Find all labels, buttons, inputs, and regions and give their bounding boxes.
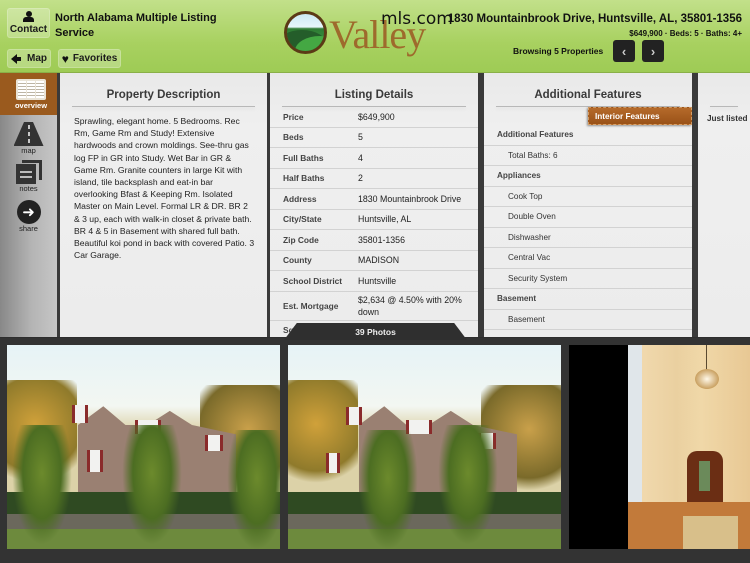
map-button[interactable]: Map	[7, 49, 51, 68]
detail-row: Half Baths 2	[270, 169, 478, 189]
detail-key: County	[283, 255, 312, 266]
notes-icon	[15, 160, 42, 184]
interior-features-tab[interactable]: Interior Features	[588, 107, 692, 125]
feature-item: Double Oven	[484, 207, 692, 228]
detail-row: Full Baths 4	[270, 148, 478, 169]
detail-key: Price	[283, 111, 304, 122]
detail-key: Half Baths	[283, 173, 325, 184]
sidebar-label: overview	[14, 101, 48, 110]
sidebar-item-overview[interactable]: overview	[0, 73, 68, 115]
detail-value: $649,900	[358, 111, 395, 122]
property-summary: $649,900 · Beds: 5 · Baths: 4+	[629, 29, 742, 38]
photo-strip[interactable]	[0, 338, 750, 563]
previous-property-button[interactable]: ‹	[613, 40, 635, 62]
detail-value: 35801-1356	[358, 234, 405, 245]
panel-title: Listing Details	[270, 73, 478, 107]
person-icon	[23, 11, 34, 22]
logo-suffix: mls.com	[381, 9, 453, 29]
next-panel-peek: Just listed	[698, 73, 750, 337]
additional-features-panel: Additional Features Interior Features Ad…	[484, 73, 692, 337]
listing-details-table: Price $649,900 Beds 5 Full Baths 4 Half Baths 2…	[270, 107, 478, 337]
feature-item: Total Baths: 6	[484, 146, 692, 166]
house-exterior-image	[288, 345, 561, 549]
header-bar: Contact North Alabama Multiple Listing S…	[0, 0, 750, 73]
share-arrow-icon: ➜	[16, 200, 41, 224]
detail-value: 5	[358, 132, 363, 143]
detail-value: $2,634 @ 4.50% with 20% down	[358, 294, 462, 317]
overview-icon	[16, 79, 46, 100]
panel-title: Property Description	[60, 73, 267, 107]
photo-thumbnail[interactable]	[288, 345, 561, 549]
contact-button[interactable]: Contact	[7, 8, 50, 38]
feature-item: Basement	[484, 310, 692, 330]
detail-value: Huntsville	[358, 275, 397, 286]
detail-row: County MADISON	[270, 251, 478, 271]
features-list: Additional Features Total Baths: 6 Applian…	[484, 125, 692, 330]
detail-key: City/State	[283, 214, 322, 225]
favorites-button[interactable]: ♥ Favorites	[58, 49, 121, 68]
photo-thumbnail[interactable]	[628, 345, 750, 549]
feature-item: Central Vac	[484, 248, 692, 269]
detail-value: Huntsville, AL	[358, 214, 412, 225]
sidebar-label: map	[21, 146, 36, 155]
feature-category: Basement	[484, 289, 692, 310]
property-description-panel: Property Description Sprawling, elegant …	[60, 73, 267, 337]
valleymls-logo: Valley mls.com	[284, 6, 453, 56]
logo-hills-icon	[284, 11, 327, 54]
feature-category: Additional Features	[484, 125, 692, 146]
feature-item: Cook Top	[484, 187, 692, 207]
sidebar: overview map notes ➜ share	[0, 73, 68, 337]
panel-title	[698, 73, 750, 107]
contact-label: Contact	[9, 24, 48, 35]
sidebar-item-map[interactable]: map	[0, 118, 57, 155]
photo-letterbox	[569, 345, 628, 549]
property-address: 1830 Mountainbrook Drive, Huntsville, AL…	[447, 13, 742, 25]
detail-value: 1830 Mountainbrook Drive	[358, 193, 462, 204]
panels-scroller[interactable]: Property Description Sprawling, elegant …	[57, 73, 750, 337]
detail-key: Beds	[283, 132, 304, 143]
detail-key: Est. Mortgage	[283, 300, 339, 311]
sidebar-item-share[interactable]: ➜ share	[0, 197, 57, 233]
next-property-button[interactable]: ›	[642, 40, 664, 62]
sidebar-label: notes	[19, 184, 38, 193]
detail-key: Address	[283, 193, 317, 204]
browsing-status: Browsing 5 Properties	[513, 46, 604, 56]
feature-category: Appliances	[484, 166, 692, 187]
detail-row: Address 1830 Mountainbrook Drive	[270, 189, 478, 210]
detail-row: School District Huntsville	[270, 271, 478, 292]
detail-row: Zip Code 35801-1356	[270, 230, 478, 251]
house-exterior-image	[7, 345, 280, 549]
detail-value: 2	[358, 173, 363, 184]
description-text: Sprawling, elegant home. 5 Bedrooms. Rec…	[74, 116, 255, 261]
mls-title: North Alabama Multiple Listing Service	[55, 12, 217, 39]
map-label: Map	[27, 53, 47, 64]
detail-row: City/State Huntsville, AL	[270, 210, 478, 230]
back-arrow-icon	[11, 53, 21, 64]
foyer-interior-image	[628, 345, 750, 549]
heart-icon: ♥	[61, 51, 69, 66]
detail-row: Price $649,900	[270, 107, 478, 128]
just-listed-text: Just listed	[707, 114, 748, 123]
feature-item: Dishwasher	[484, 228, 692, 248]
road-icon	[13, 122, 44, 146]
feature-item: Security System	[484, 269, 692, 289]
detail-value: 4	[358, 152, 363, 163]
detail-value: MADISON	[358, 255, 400, 266]
favorites-label: Favorites	[72, 53, 118, 64]
photo-thumbnail[interactable]	[7, 345, 280, 549]
chevron-right-icon: ›	[650, 43, 656, 59]
detail-key: School District	[283, 275, 343, 286]
photos-count-tab[interactable]: 39 Photos	[284, 323, 467, 340]
detail-row: Beds 5	[270, 128, 478, 148]
chevron-left-icon: ‹	[621, 43, 627, 59]
listing-details-panel: Listing Details Price $649,900 Beds 5 Full B…	[270, 73, 478, 337]
detail-key: Zip Code	[283, 234, 319, 245]
panel-title: Additional Features	[484, 73, 692, 107]
detail-key: Full Baths	[283, 152, 324, 163]
sidebar-label: share	[19, 224, 38, 233]
sidebar-item-notes[interactable]: notes	[0, 156, 57, 193]
detail-row: Est. Mortgage $2,634 @ 4.50% with 20% dow…	[270, 292, 478, 321]
